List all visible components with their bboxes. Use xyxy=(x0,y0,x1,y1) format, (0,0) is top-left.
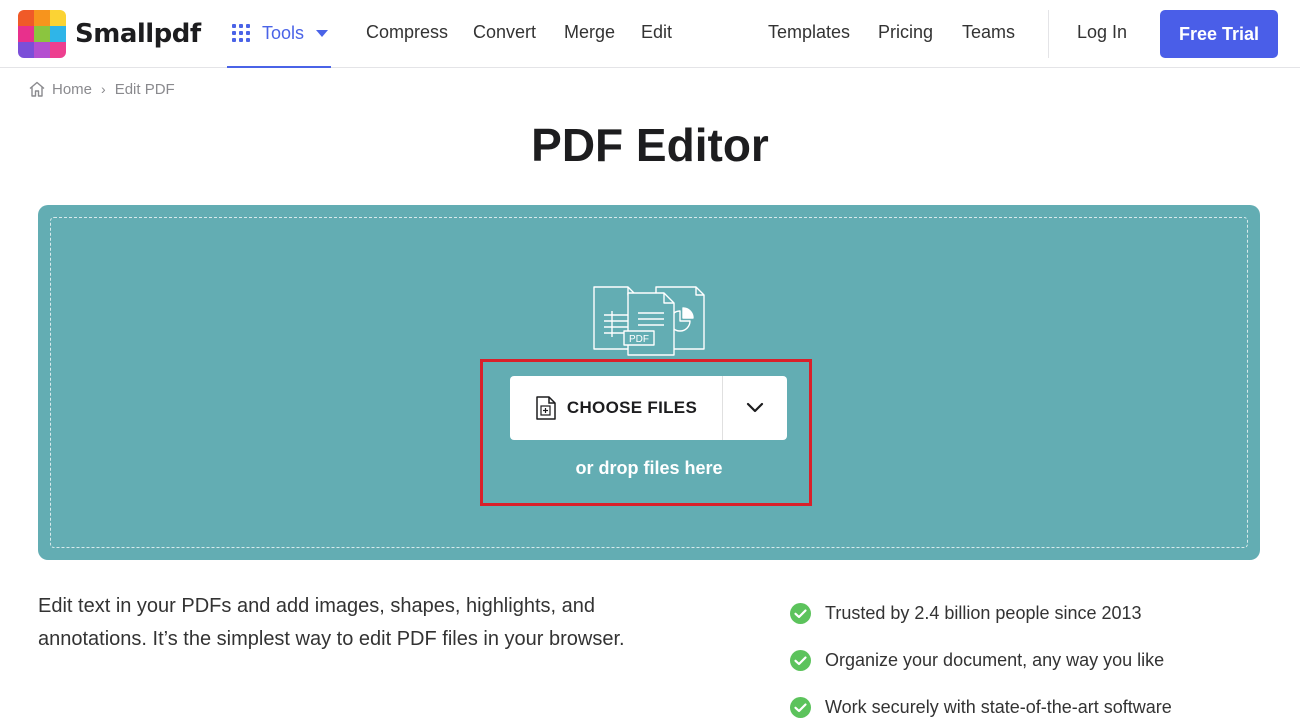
check-circle-icon xyxy=(790,697,811,718)
nav-link-convert[interactable]: Convert xyxy=(473,22,536,43)
file-plus-icon xyxy=(536,396,556,420)
drop-files-hint: or drop files here xyxy=(575,458,723,478)
home-icon xyxy=(29,81,45,97)
logo-mark-icon xyxy=(18,10,66,58)
choose-files-split-button: CHOOSE FILES xyxy=(510,376,787,440)
check-circle-icon xyxy=(790,650,811,671)
tool-description: Edit text in your PDFs and add images, s… xyxy=(38,595,625,650)
tools-label: Tools xyxy=(262,22,305,43)
documents-illustration-icon: PDF xyxy=(593,286,705,356)
tools-menu-button[interactable]: Tools xyxy=(227,0,331,68)
feature-list: Trusted by 2.4 billion people since 2013… xyxy=(790,590,1172,726)
login-link[interactable]: Log In xyxy=(1077,22,1127,43)
smallpdf-logo[interactable]: Smallpdf xyxy=(18,10,201,58)
free-trial-button[interactable]: Free Trial xyxy=(1160,10,1278,58)
feature-text: Trusted by 2.4 billion people since 2013 xyxy=(825,603,1142,623)
nav-link-templates[interactable]: Templates xyxy=(768,22,850,43)
feature-item: Organize your document, any way you like xyxy=(790,637,1172,684)
breadcrumb-current: Edit PDF xyxy=(114,80,175,98)
breadcrumb: Home › Edit PDF xyxy=(28,80,175,98)
nav-link-teams[interactable]: Teams xyxy=(962,22,1015,43)
choose-files-label: CHOOSE FILES xyxy=(566,398,698,417)
feature-text: Work securely with state-of-the-art soft… xyxy=(825,697,1172,717)
choose-files-button[interactable]: CHOOSE FILES xyxy=(510,376,723,440)
nav-divider xyxy=(1048,10,1049,58)
page-title: PDF Editor xyxy=(531,119,769,171)
breadcrumb-home-link[interactable]: Home xyxy=(52,81,92,98)
nav-link-merge[interactable]: Merge xyxy=(564,22,615,43)
logo-wordmark: Smallpdf xyxy=(75,19,201,49)
breadcrumb-separator: › xyxy=(101,81,106,97)
grid-icon xyxy=(232,24,250,42)
check-circle-icon xyxy=(790,603,811,624)
chevron-down-icon xyxy=(746,402,764,413)
feature-text: Organize your document, any way you like xyxy=(825,650,1165,670)
top-navigation-bar: Smallpdf Tools Compress Convert Merge Ed… xyxy=(0,0,1300,68)
pdf-badge-label: PDF xyxy=(629,334,649,345)
feature-item: Trusted by 2.4 billion people since 2013 xyxy=(790,590,1172,637)
nav-link-edit[interactable]: Edit xyxy=(641,22,672,43)
nav-link-compress[interactable]: Compress xyxy=(366,22,448,43)
nav-link-pricing[interactable]: Pricing xyxy=(878,22,933,43)
feature-item: Work securely with state-of-the-art soft… xyxy=(790,684,1172,726)
upload-options-dropdown-button[interactable] xyxy=(723,376,787,440)
caret-down-icon xyxy=(316,29,329,37)
